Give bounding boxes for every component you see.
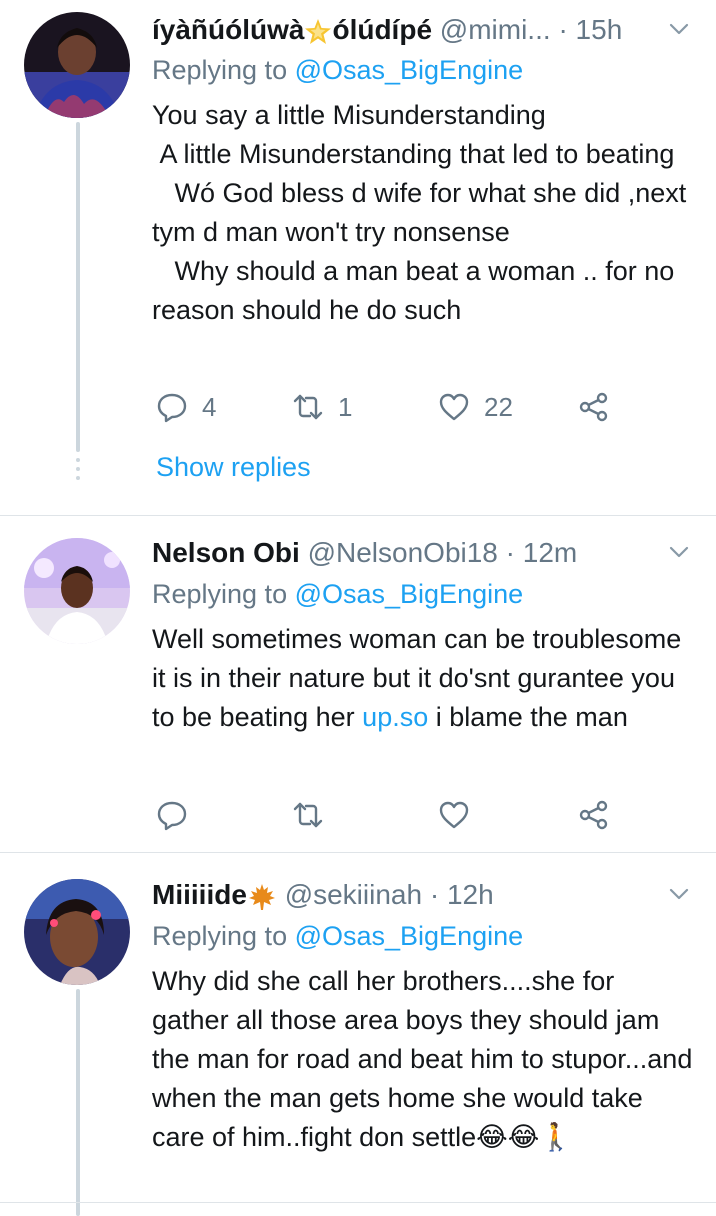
tweet-actions: 4 1 22 (152, 387, 632, 427)
tweet-3[interactable]: Miiiiide @sekiiinah · 12h Replying to @O… (0, 853, 716, 1216)
timestamp[interactable]: 12h (447, 879, 494, 910)
retweet-icon (293, 802, 323, 828)
separator-dot: · (558, 14, 568, 45)
retweet-count: 1 (338, 391, 353, 422)
reply-button[interactable]: 4 (156, 387, 216, 427)
tweet-text: Well sometimes woman can be troublesome … (152, 620, 697, 737)
user-handle[interactable]: @NelsonObi18 (308, 537, 498, 568)
avatar[interactable] (24, 538, 130, 644)
chevron-down-icon[interactable] (668, 541, 690, 563)
like-icon (439, 801, 469, 829)
tweet-actions (152, 795, 632, 835)
avatar-image (24, 12, 130, 118)
thread-line (76, 989, 80, 1216)
chevron-down-icon[interactable] (668, 18, 690, 40)
display-name[interactable]: Miiiiide (152, 879, 247, 910)
tweet-2[interactable]: Nelson Obi @NelsonObi18 · 12m Replying t… (0, 516, 716, 852)
replying-to-label: Replying to (152, 921, 295, 951)
user-handle[interactable]: @sekiiinah (285, 879, 422, 910)
avatar[interactable] (24, 12, 130, 118)
tweet-1[interactable]: íyàñúólúwà ólúdípé @mimi... · 15h Replyin… (0, 0, 716, 515)
tweet-header: Nelson Obi @NelsonObi18 · 12m (152, 536, 676, 570)
share-icon (579, 392, 608, 422)
share-button[interactable] (578, 795, 624, 835)
like-button[interactable]: 22 (438, 387, 513, 427)
replying-to: Replying to @Osas_BigEngine (152, 919, 523, 953)
retweet-icon (293, 394, 323, 420)
timestamp[interactable]: 12m (523, 537, 577, 568)
user-handle[interactable]: @mimi... (440, 14, 551, 45)
tweet-text-part: i blame the man (428, 702, 628, 732)
reply-button[interactable] (156, 795, 202, 835)
tweet-text: Why did she call her brothers....she for… (152, 966, 700, 1152)
display-name[interactable]: íyàñúólúwà (152, 14, 304, 45)
retweet-button[interactable] (292, 795, 338, 835)
avatar-image (24, 879, 130, 985)
share-button[interactable] (578, 387, 624, 427)
show-replies-link[interactable]: Show replies (156, 452, 311, 483)
tweet-divider (0, 1202, 716, 1203)
reply-icon (157, 801, 187, 831)
replying-to-label: Replying to (152, 579, 295, 609)
mention-link[interactable]: @Osas_BigEngine (295, 579, 524, 609)
avatar-image (24, 538, 130, 644)
avatar[interactable] (24, 879, 130, 985)
thread-line (76, 122, 80, 452)
share-icon (579, 800, 608, 830)
tweet-header: íyàñúólúwà ólúdípé @mimi... · 15h (152, 13, 676, 47)
star-emoji (305, 18, 332, 44)
timestamp[interactable]: 15h (576, 14, 623, 45)
tweet-header: Miiiiide @sekiiinah · 12h (152, 878, 676, 912)
chevron-down-icon[interactable] (668, 883, 690, 905)
replying-to: Replying to @Osas_BigEngine (152, 577, 523, 611)
display-name-suffix[interactable]: ólúdípé (332, 14, 432, 45)
separator-dot: · (429, 879, 440, 910)
maple-leaf-emoji (248, 883, 275, 910)
tweet-link[interactable]: up.so (362, 702, 428, 732)
tweet-text: You say a little Misunderstanding A litt… (152, 100, 687, 325)
like-icon (439, 393, 469, 421)
like-button[interactable] (438, 795, 484, 835)
replying-to: Replying to @Osas_BigEngine (152, 53, 523, 87)
reply-count: 4 (202, 391, 217, 422)
like-count: 22 (484, 391, 513, 422)
replying-to-label: Replying to (152, 55, 295, 85)
display-name[interactable]: Nelson Obi (152, 537, 300, 568)
mention-link[interactable]: @Osas_BigEngine (295, 921, 524, 951)
retweet-button[interactable]: 1 (292, 387, 352, 427)
mention-link[interactable]: @Osas_BigEngine (295, 55, 524, 85)
separator-dot: · (505, 537, 515, 568)
thread-dots (76, 458, 80, 485)
reply-icon (157, 393, 187, 423)
